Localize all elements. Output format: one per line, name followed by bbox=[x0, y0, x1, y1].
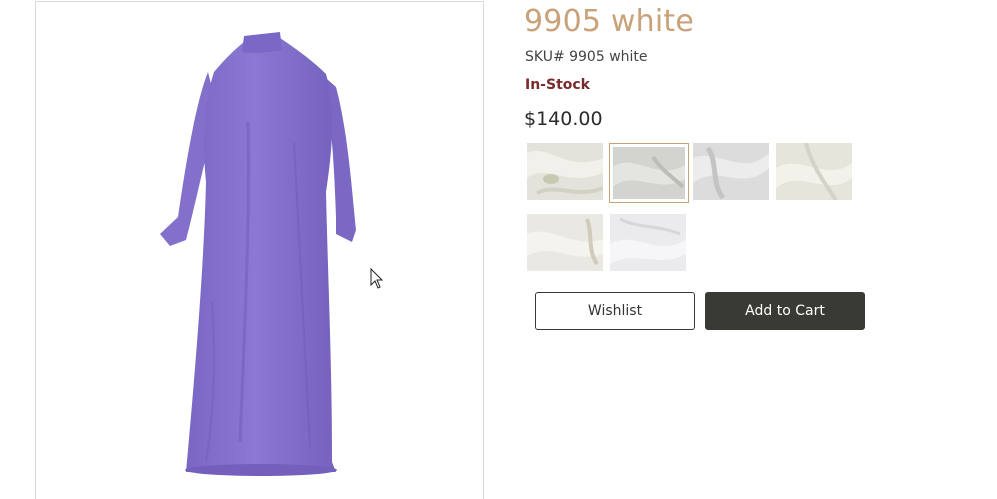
fabric-swatch-3[interactable] bbox=[693, 143, 769, 200]
fabric-swatch-image bbox=[610, 214, 686, 271]
product-sku: SKU# 9905 white bbox=[525, 49, 648, 65]
product-title: 9905 white bbox=[524, 4, 694, 39]
fabric-swatch-image bbox=[693, 143, 769, 200]
garment-image bbox=[160, 32, 356, 476]
product-price: $140.00 bbox=[524, 108, 603, 130]
fabric-swatch-5[interactable] bbox=[527, 214, 603, 271]
fabric-swatch-image bbox=[527, 214, 603, 271]
mouse-pointer-icon bbox=[370, 268, 384, 289]
add-to-cart-button[interactable]: Add to Cart bbox=[705, 292, 865, 330]
fabric-swatch-image bbox=[613, 147, 685, 199]
fabric-swatch-1[interactable] bbox=[527, 143, 603, 200]
product-page: 9905 white SKU# 9905 white In-Stock $140… bbox=[0, 0, 997, 499]
fabric-swatch-2[interactable] bbox=[609, 143, 689, 203]
stock-status: In-Stock bbox=[525, 77, 590, 93]
fabric-swatch-image bbox=[527, 143, 603, 200]
fabric-swatch-4[interactable] bbox=[776, 143, 852, 200]
fabric-swatch-6[interactable] bbox=[610, 214, 686, 271]
fabric-swatch-image bbox=[776, 143, 852, 200]
wishlist-button[interactable]: Wishlist bbox=[535, 292, 695, 330]
product-viewer[interactable] bbox=[35, 1, 484, 499]
